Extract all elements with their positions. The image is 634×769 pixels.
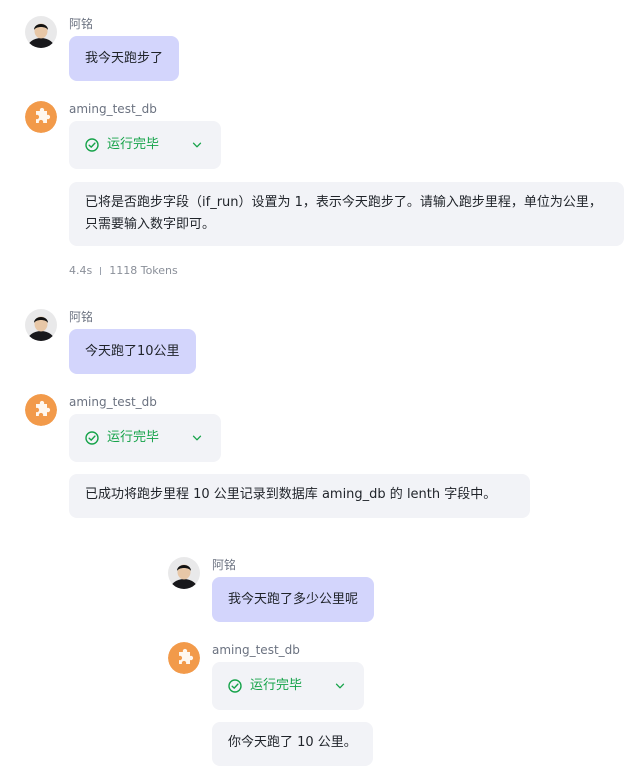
- tool-status-toggle[interactable]: 运行完毕: [212, 662, 364, 710]
- bot-avatar: [168, 642, 200, 674]
- puzzle-icon: [25, 101, 57, 133]
- puzzle-icon: [25, 394, 57, 426]
- response-meta: 4.4s 1118 Tokens: [69, 264, 178, 278]
- user-avatar: [25, 309, 57, 341]
- user-avatar: [25, 16, 57, 48]
- bot-message: 已成功将跑步里程 10 公里记录到数据库 aming_db 的 lenth 字段…: [69, 474, 530, 518]
- chevron-down-icon[interactable]: [191, 139, 203, 151]
- bot-name: aming_test_db: [69, 102, 157, 116]
- user-name: 阿铭: [212, 558, 237, 572]
- meta-divider: [100, 267, 102, 275]
- bot-name: aming_test_db: [212, 643, 300, 657]
- bot-message: 已将是否跑步字段（if_run）设置为 1，表示今天跑步了。请输入跑步里程，单位…: [69, 182, 624, 246]
- user-avatar: [168, 557, 200, 589]
- response-tokens: 1118 Tokens: [109, 264, 178, 277]
- user-photo-icon: [168, 557, 200, 589]
- status-label: 运行完毕: [250, 678, 303, 693]
- puzzle-icon: [168, 642, 200, 674]
- bot-message: 你今天跑了 10 公里。: [212, 722, 373, 766]
- chevron-down-icon[interactable]: [191, 432, 203, 444]
- check-circle-icon: [228, 679, 242, 693]
- user-name: 阿铭: [69, 310, 94, 324]
- check-circle-icon: [85, 431, 99, 445]
- user-message: 我今天跑了多少公里呢: [212, 577, 375, 622]
- user-message: 今天跑了10公里: [69, 329, 196, 374]
- user-photo-icon: [25, 16, 57, 48]
- user-message: 我今天跑步了: [69, 36, 180, 81]
- check-circle-icon: [85, 138, 99, 152]
- response-duration: 4.4s: [69, 264, 93, 277]
- status-label: 运行完毕: [107, 430, 160, 445]
- bot-avatar: [25, 394, 57, 426]
- bot-avatar: [25, 101, 57, 133]
- chevron-down-icon[interactable]: [334, 680, 346, 692]
- user-photo-icon: [25, 309, 57, 341]
- tool-status-toggle[interactable]: 运行完毕: [69, 121, 221, 169]
- tool-status-toggle[interactable]: 运行完毕: [69, 414, 221, 462]
- user-name: 阿铭: [69, 17, 94, 31]
- status-label: 运行完毕: [107, 137, 160, 152]
- bot-name: aming_test_db: [69, 395, 157, 409]
